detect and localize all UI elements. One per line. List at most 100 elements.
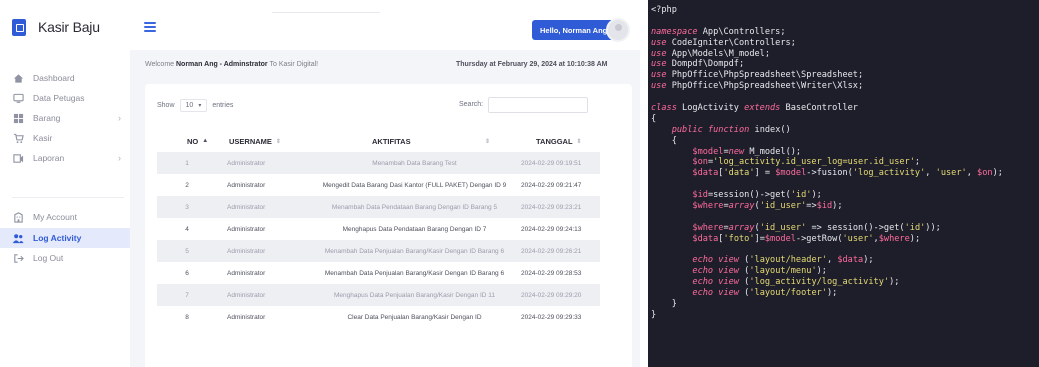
cell-username: Administrator [227, 181, 266, 189]
cell-no: 8 [185, 313, 189, 321]
sort-asc-icon: ▲ [202, 138, 209, 144]
cell-no: 1 [185, 159, 189, 167]
code-line: use PhpOffice\PhpSpreadsheet\Writer\Xlsx… [651, 81, 864, 92]
code-line: echo view ('layout/footer'); [692, 288, 838, 299]
code-line: use PhpOffice\PhpSpreadsheet\Spreadsheet… [651, 70, 864, 81]
show-label: Show [157, 102, 175, 109]
sidebar-item-label: Dashboard [33, 73, 75, 83]
search-input[interactable] [488, 97, 588, 113]
sidebar-item-kasir[interactable]: Kasir [0, 128, 130, 148]
table-row: 4 Administrator Menghapus Data Pendataan B… [157, 218, 600, 240]
cell-aktifitas: Mengedit Data Barang Dasi Kantor (FULL P… [322, 181, 507, 189]
brand-name: Kasir Baju [38, 19, 100, 35]
cell-no: 4 [185, 225, 189, 233]
sidebar-item-label: Kasir [33, 133, 53, 143]
entries-label: entries [212, 102, 234, 109]
cart-icon [12, 132, 24, 144]
code-line: echo view ('layout/header', $data); [692, 255, 874, 266]
cell-tanggal: 2024-02-29 09:26:21 [521, 247, 582, 255]
table-row: 3 Administrator Menambah Data Pendataan Ba… [157, 196, 600, 218]
code-line: $where=array('id_user'=>$id); [692, 201, 843, 212]
sidebar-item-label: Log Out [33, 253, 64, 263]
table-row: 8 Administrator Clear Data Penjualan Baran… [157, 306, 600, 328]
code-line: { [651, 113, 657, 124]
logout-icon [12, 252, 24, 264]
cell-username: Administrator [227, 203, 266, 211]
sidebar-item-my-account[interactable]: My Account [0, 207, 130, 227]
table-row: 6 Administrator Menambah Data Penjualan Ba… [157, 262, 600, 284]
cell-tanggal: 2024-02-29 09:19:51 [521, 159, 582, 167]
sort-icon: ⇕ [485, 138, 491, 145]
welcome-prefix: Welcome [145, 61, 176, 68]
cell-aktifitas: Clear Data Penjualan Barang/Kasir Dengan… [347, 313, 482, 321]
sidebar-item-label: Data Petugas [33, 93, 85, 103]
sidebar: Kasir Baju Dashboard Data Petugas Barang… [0, 0, 130, 367]
sidebar-item-dashboard[interactable]: Dashboard [0, 68, 130, 88]
code-line: $data['data'] = $model->fusion('log_acti… [692, 168, 1003, 179]
table-row: 7 Administrator Menghapus Data Penjualan B… [157, 284, 600, 306]
cell-username: Administrator [227, 247, 266, 255]
user-menu-button[interactable]: Hello, Norman Ang [532, 20, 614, 40]
cell-no: 2 [185, 181, 189, 189]
cell-no: 5 [185, 247, 189, 255]
sidebar-divider [12, 197, 124, 198]
column-header-aktifitas[interactable]: AKTIFITAS [372, 130, 411, 152]
code-line: <?php [651, 5, 677, 15]
welcome-text: Welcome Norman Ang - Adminstrator To Kas… [145, 61, 318, 68]
top-divider [272, 12, 380, 13]
sidebar-item-label: My Account [33, 212, 77, 222]
cell-tanggal: 2024-02-29 09:29:20 [521, 291, 582, 299]
cell-no: 6 [185, 269, 189, 277]
code-line: use App\Models\M_model; [651, 48, 771, 59]
sidebar-item-barang[interactable]: Barang › [0, 108, 130, 128]
column-header-tanggal[interactable]: TANGGAL ⇕ [536, 130, 582, 152]
brand[interactable]: Kasir Baju [12, 10, 127, 44]
app-window: Kasir Baju Dashboard Data Petugas Barang… [0, 0, 640, 367]
sidebar-item-log-activity[interactable]: Log Activity [0, 228, 130, 248]
building-icon [12, 211, 24, 223]
cell-aktifitas: Menambah Data Barang Test [372, 159, 457, 167]
sort-icon: ⇕ [576, 138, 582, 145]
table-row: 1 Administrator Menambah Data Barang Test 2… [157, 152, 600, 174]
column-label: TANGGAL [536, 136, 573, 146]
cell-tanggal: 2024-02-29 09:29:33 [521, 313, 582, 321]
code-line: use CodeIgniter\Controllers; [651, 37, 796, 48]
code-line: public function index() [671, 124, 791, 135]
users-icon [12, 232, 24, 244]
welcome-suffix: To Kasir Digital! [267, 61, 319, 68]
sort-icon: ⇕ [275, 138, 281, 145]
chevron-right-icon: › [118, 153, 121, 163]
current-datetime: Thursday at February 29, 2024 at 10:10:3… [456, 61, 608, 68]
column-header-username[interactable]: USERNAME ⇕ [229, 130, 281, 152]
welcome-user: Norman Ang - Adminstrator [176, 61, 268, 68]
code-line: $on='log_activity.id_user_log=user.id_us… [692, 157, 921, 168]
menu-toggle-icon[interactable] [144, 22, 156, 32]
cell-aktifitas: Menambah Data Penjualan Barang/Kasir Den… [324, 247, 505, 255]
code-line: $model=new M_model(); [692, 146, 802, 157]
cell-tanggal: 2024-02-29 09:21:47 [521, 181, 582, 189]
column-header-no[interactable]: NO ▲ [187, 130, 208, 152]
brand-logo-icon [12, 18, 26, 36]
cell-username: Administrator [227, 291, 266, 299]
avatar[interactable] [606, 18, 630, 42]
screenshot-root: Kasir Baju Dashboard Data Petugas Barang… [0, 0, 1039, 367]
log-activity-card: Show 10 ▾ entries Search: NO ▲ USERNAME ⇕ … [145, 84, 632, 367]
sidebar-item-log-out[interactable]: Log Out [0, 248, 130, 268]
code-line: use Dompdf\Dompdf; [651, 59, 745, 70]
sidebar-item-label: Barang [33, 113, 61, 123]
sidebar-item-laporan[interactable]: Laporan › [0, 148, 130, 168]
column-label: AKTIFITAS [372, 136, 411, 146]
entries-select[interactable]: 10 ▾ [179, 99, 208, 112]
code-lines: <?php namespace App\Controllers; use Code… [651, 5, 1039, 321]
sidebar-item-data-petugas[interactable]: Data Petugas [0, 88, 130, 108]
entries-control: Show 10 ▾ entries [157, 99, 233, 112]
cell-tanggal: 2024-02-29 09:23:21 [521, 203, 582, 211]
top-bar: Hello, Norman Ang [130, 0, 640, 50]
cell-username: Administrator [227, 225, 266, 233]
code-line: class LogActivity extends BaseController [651, 103, 858, 114]
cell-username: Administrator [227, 159, 266, 167]
table-row: 5 Administrator Menambah Data Penjualan Ba… [157, 240, 600, 262]
cell-username: Administrator [227, 313, 266, 321]
entries-value: 10 [185, 102, 194, 109]
